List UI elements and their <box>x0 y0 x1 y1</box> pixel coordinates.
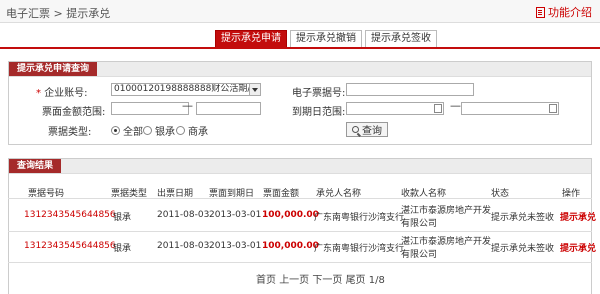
divider <box>8 231 592 232</box>
calendar-icon[interactable] <box>434 104 442 113</box>
cell-status: 提示承兑未签收 <box>491 244 555 254</box>
account-label: * 企业账号: <box>36 88 88 99</box>
page-indicator: 1/8 <box>368 275 385 286</box>
prev-page-link[interactable]: 上一页 <box>279 275 309 286</box>
cell-payee-line1: 湛江市泰源房地产开发 <box>401 237 492 247</box>
radio-checked-icon <box>111 126 120 135</box>
results-panel-title: 查询结果 <box>9 159 62 173</box>
tab-acceptance-revoke[interactable]: 提示承兑撤销 <box>290 30 362 48</box>
bill-no-link[interactable]: 1312343545644856 <box>24 210 116 220</box>
cell-acceptor: 广东南粤银行沙湾支行 <box>314 244 405 254</box>
cell-type: 银承 <box>113 244 132 254</box>
cell-amount: 100,000.00 <box>262 241 319 251</box>
search-button[interactable]: 查询 <box>346 122 388 137</box>
bill-no-link[interactable]: 1312343545644856 <box>24 241 116 251</box>
account-select[interactable]: 01000120198888888财公活期/xxx公 <box>111 83 261 96</box>
cell-amount: 100,000.00 <box>262 210 319 220</box>
amount-dash: — <box>182 99 193 112</box>
radio-icon <box>143 126 152 135</box>
due-range-label: 到期日范围: <box>292 107 346 118</box>
pagination: 首页 上一页 下一页 尾页 1/8 <box>256 271 385 286</box>
cell-issue-date: 2011-08-03 <box>157 241 210 251</box>
bill-no-label: 电子票据号: <box>292 88 346 99</box>
amount-range-label: 票面金额范围: <box>42 107 106 118</box>
due-start-input[interactable] <box>346 102 444 115</box>
tab-bar: 提示承兑申请 提示承兑撤销 提示承兑签收 <box>215 30 437 48</box>
first-page-link[interactable]: 首页 <box>256 275 276 286</box>
help-link[interactable]: 功能介绍 <box>536 4 592 20</box>
results-panel-header: 查询结果 <box>9 159 591 174</box>
cell-payee-line2: 有限公司 <box>401 219 438 229</box>
tab-underline <box>0 47 600 49</box>
chevron-down-icon <box>249 84 260 95</box>
bill-no-input[interactable] <box>346 83 474 96</box>
cell-status: 提示承兑未签收 <box>491 213 555 223</box>
radio-icon <box>176 126 185 135</box>
bill-type-label: 票据类型: <box>48 127 92 138</box>
due-dash: — <box>450 99 461 112</box>
help-label: 功能介绍 <box>548 6 592 19</box>
account-value: 01000120198888888财公活期/xxx公 <box>114 84 261 94</box>
amount-min-input[interactable] <box>111 102 189 115</box>
next-page-link[interactable]: 下一页 <box>312 275 342 286</box>
cell-payee-line2: 有限公司 <box>401 250 438 260</box>
radio-type-all[interactable]: 全部 <box>111 123 143 138</box>
cell-type: 银承 <box>113 213 132 223</box>
document-icon <box>536 6 545 18</box>
tab-acceptance-apply[interactable]: 提示承兑申请 <box>215 30 287 48</box>
divider <box>8 262 592 263</box>
last-page-link[interactable]: 尾页 <box>346 275 366 286</box>
action-link[interactable]: 提示承兑 <box>560 241 596 254</box>
amount-max-input[interactable] <box>196 102 261 115</box>
due-end-input[interactable] <box>461 102 559 115</box>
radio-type-bank[interactable]: 银承 <box>143 123 175 138</box>
calendar-icon[interactable] <box>549 104 557 113</box>
radio-type-commercial[interactable]: 商承 <box>176 123 208 138</box>
cell-acceptor: 广东南粤银行沙湾支行 <box>314 213 405 223</box>
cell-issue-date: 2011-08-03 <box>157 210 210 220</box>
cell-due-date: 2013-03-01 <box>209 210 262 220</box>
action-link[interactable]: 提示承兑 <box>560 210 596 223</box>
query-panel-header: 提示承兑申请查询 <box>9 62 591 77</box>
tab-acceptance-sign[interactable]: 提示承兑签收 <box>365 30 437 48</box>
breadcrumb: 电子汇票 > 提示承兑 <box>6 7 111 20</box>
required-mark: * <box>36 88 41 99</box>
query-panel-title: 提示承兑申请查询 <box>9 62 98 76</box>
divider <box>8 198 592 199</box>
cell-payee-line1: 湛江市泰源房地产开发 <box>401 206 492 216</box>
cell-due-date: 2013-03-01 <box>209 241 262 251</box>
top-bar: 电子汇票 > 提示承兑 功能介绍 <box>0 0 600 23</box>
search-icon <box>352 126 359 133</box>
